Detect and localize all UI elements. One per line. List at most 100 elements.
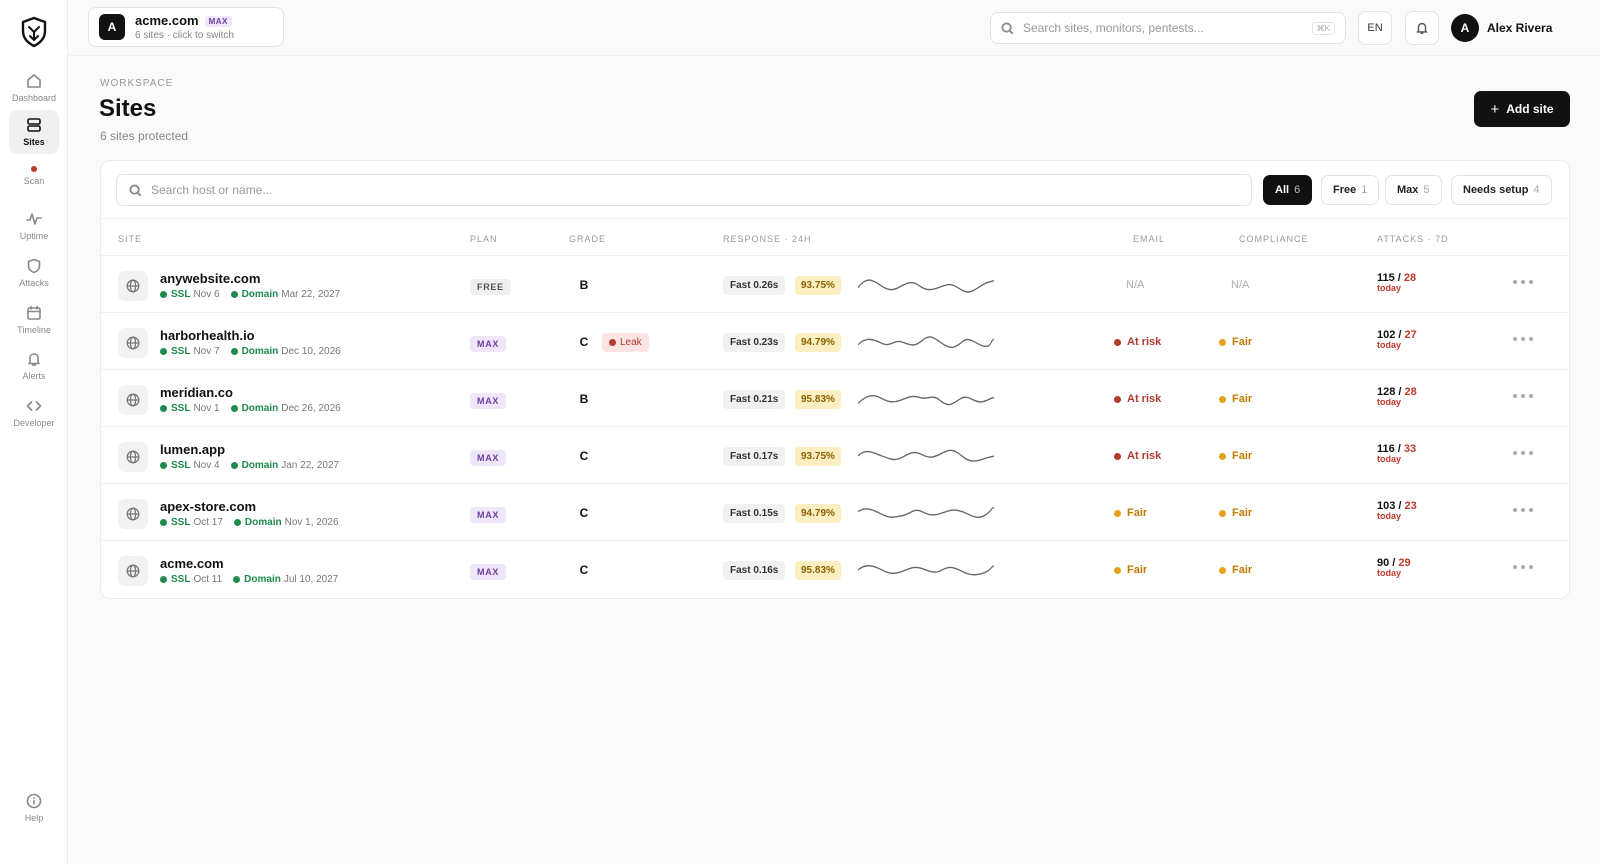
- compliance-status[interactable]: Fair: [1219, 336, 1252, 348]
- row-more-menu-icon[interactable]: [1513, 451, 1533, 455]
- workspace-switcher[interactable]: A acme.com MAX 6 sites · click to switch: [88, 7, 284, 47]
- email-status[interactable]: At risk: [1114, 393, 1161, 405]
- status-dot-icon: [1219, 395, 1226, 403]
- scan-status-dot-icon: [31, 166, 37, 172]
- row-more-menu-icon[interactable]: [1513, 337, 1533, 341]
- plan-badge: MAX: [470, 393, 507, 409]
- compliance-status-label: Fair: [1232, 393, 1253, 405]
- attacks-today-label: today: [1377, 340, 1402, 351]
- response-sparkline: [858, 336, 994, 349]
- attacks-today-label: today: [1377, 511, 1402, 522]
- compliance-status[interactable]: Fair: [1219, 507, 1252, 519]
- nav-item-sites[interactable]: Sites: [9, 110, 59, 154]
- compliance-status-label: Fair: [1232, 564, 1253, 576]
- nav-item-scan[interactable]: Scan: [9, 154, 59, 198]
- nav-label: Dashboard: [11, 93, 57, 103]
- site-host-link[interactable]: lumen.app: [160, 442, 225, 457]
- status-dot-icon: [160, 462, 167, 469]
- column-header-compliance[interactable]: COMPLIANCE: [1239, 234, 1309, 244]
- response-time-badge: Fast 0.15s: [723, 504, 786, 523]
- filter-chip-all[interactable]: All 6: [1263, 175, 1313, 205]
- compliance-status: N/A: [1231, 279, 1250, 291]
- email-status[interactable]: At risk: [1114, 450, 1161, 462]
- site-host-link[interactable]: apex-store.com: [160, 499, 256, 514]
- response-sparkline: [858, 394, 994, 406]
- row-more-menu-icon[interactable]: [1513, 508, 1533, 512]
- table-row[interactable]: apex-store.com SSL Oct 17 Domain Nov 1, 2026…: [101, 484, 1569, 541]
- attacks-today-label: today: [1377, 283, 1402, 294]
- response-sparkline: [858, 279, 994, 293]
- notifications-button[interactable]: [1405, 11, 1439, 45]
- nav-item-timeline[interactable]: Timeline: [9, 298, 59, 342]
- user-menu[interactable]: A Alex Rivera: [1451, 14, 1552, 42]
- column-header-attacks[interactable]: ATTACKS · 7D: [1377, 234, 1449, 244]
- site-meta: SSL Oct 17 Domain Nov 1, 2026: [160, 517, 339, 528]
- filter-chip-free[interactable]: Free 1: [1321, 175, 1380, 205]
- domain-label: Domain: [241, 403, 279, 414]
- attacks-count: 128 / 28 today: [1377, 386, 1417, 408]
- compliance-status[interactable]: Fair: [1219, 393, 1252, 405]
- compliance-status[interactable]: Fair: [1219, 564, 1252, 576]
- column-header-site[interactable]: SITE: [118, 234, 142, 244]
- ssl-expiry: Nov 7: [193, 346, 220, 357]
- email-status[interactable]: Fair: [1114, 564, 1147, 576]
- add-site-button[interactable]: + Add site: [1474, 91, 1570, 127]
- global-search[interactable]: ⌘K: [990, 12, 1346, 44]
- leak-badge[interactable]: Leak: [602, 333, 649, 352]
- workspace-plan-badge: MAX: [204, 16, 232, 28]
- security-grade: B: [579, 392, 589, 406]
- attacks-today-label: today: [1377, 454, 1402, 465]
- nav-item-uptime[interactable]: Uptime: [9, 204, 59, 248]
- nav-item-dashboard[interactable]: Dashboard: [9, 66, 59, 110]
- column-header-grade[interactable]: GRADE: [569, 234, 606, 244]
- row-more-menu-icon[interactable]: [1513, 280, 1533, 284]
- shield-logo-icon[interactable]: [20, 16, 48, 48]
- nav-label: Attacks: [19, 278, 49, 288]
- site-host-link[interactable]: acme.com: [160, 556, 224, 571]
- column-header-response[interactable]: RESPONSE · 24H: [723, 234, 812, 244]
- row-more-menu-icon[interactable]: [1513, 394, 1533, 398]
- nav-label: Scan: [23, 176, 45, 186]
- status-dot-icon: [230, 348, 238, 355]
- nav-item-attacks[interactable]: Attacks: [9, 251, 59, 295]
- chip-count: 1: [1361, 184, 1368, 196]
- status-dot-icon: [1114, 452, 1121, 460]
- email-status[interactable]: Fair: [1114, 507, 1147, 519]
- nav-item-developer[interactable]: Developer: [9, 391, 59, 435]
- search-icon: [129, 183, 142, 196]
- column-header-email[interactable]: EMAIL: [1133, 234, 1165, 244]
- table-row[interactable]: lumen.app SSL Nov 4 Domain Jan 22, 2027 MAX C F…: [101, 427, 1569, 484]
- chip-label: All: [1275, 184, 1290, 196]
- chip-count: 6: [1294, 184, 1301, 196]
- topbar: A acme.com MAX 6 sites · click to switch …: [68, 0, 1600, 56]
- site-host-link[interactable]: harborhealth.io: [160, 328, 255, 343]
- row-more-menu-icon[interactable]: [1513, 565, 1533, 569]
- site-search-input[interactable]: [151, 183, 1239, 197]
- attacks-count: 115 / 28 today: [1377, 272, 1417, 294]
- table-row[interactable]: acme.com SSL Oct 11 Domain Jul 10, 2027 MAX C F…: [101, 541, 1569, 598]
- ssl-label: SSL: [171, 403, 191, 414]
- globe-icon: [118, 499, 148, 529]
- email-status[interactable]: At risk: [1114, 336, 1161, 348]
- table-row[interactable]: harborhealth.io SSL Nov 7 Domain Dec 10, 202…: [101, 313, 1569, 370]
- compliance-status[interactable]: Fair: [1219, 450, 1252, 462]
- filter-chip-needs-setup[interactable]: Needs setup 4: [1451, 175, 1552, 205]
- language-button[interactable]: EN: [1358, 11, 1392, 45]
- site-search[interactable]: [116, 174, 1252, 206]
- nav-item-help[interactable]: Help: [9, 786, 59, 830]
- user-name: Alex Rivera: [1487, 21, 1553, 35]
- page-title: Sites: [99, 95, 157, 122]
- global-search-input[interactable]: [1023, 21, 1312, 35]
- leak-dot-icon: [609, 339, 616, 346]
- filter-chip-max[interactable]: Max 5: [1385, 175, 1442, 205]
- site-host-link[interactable]: meridian.co: [160, 385, 233, 400]
- table-row[interactable]: meridian.co SSL Nov 1 Domain Dec 26, 2026 MAX…: [101, 370, 1569, 427]
- plan-badge: MAX: [470, 564, 507, 580]
- table-row[interactable]: anywebsite.com SSL Nov 6 Domain Mar 22, 2027…: [101, 256, 1569, 313]
- globe-icon: [118, 442, 148, 472]
- response-time-badge: Fast 0.16s: [723, 561, 786, 580]
- site-host-link[interactable]: anywebsite.com: [160, 271, 260, 286]
- ssl-expiry: Nov 4: [193, 460, 220, 471]
- column-header-plan[interactable]: PLAN: [470, 234, 498, 244]
- nav-item-alerts[interactable]: Alerts: [9, 344, 59, 388]
